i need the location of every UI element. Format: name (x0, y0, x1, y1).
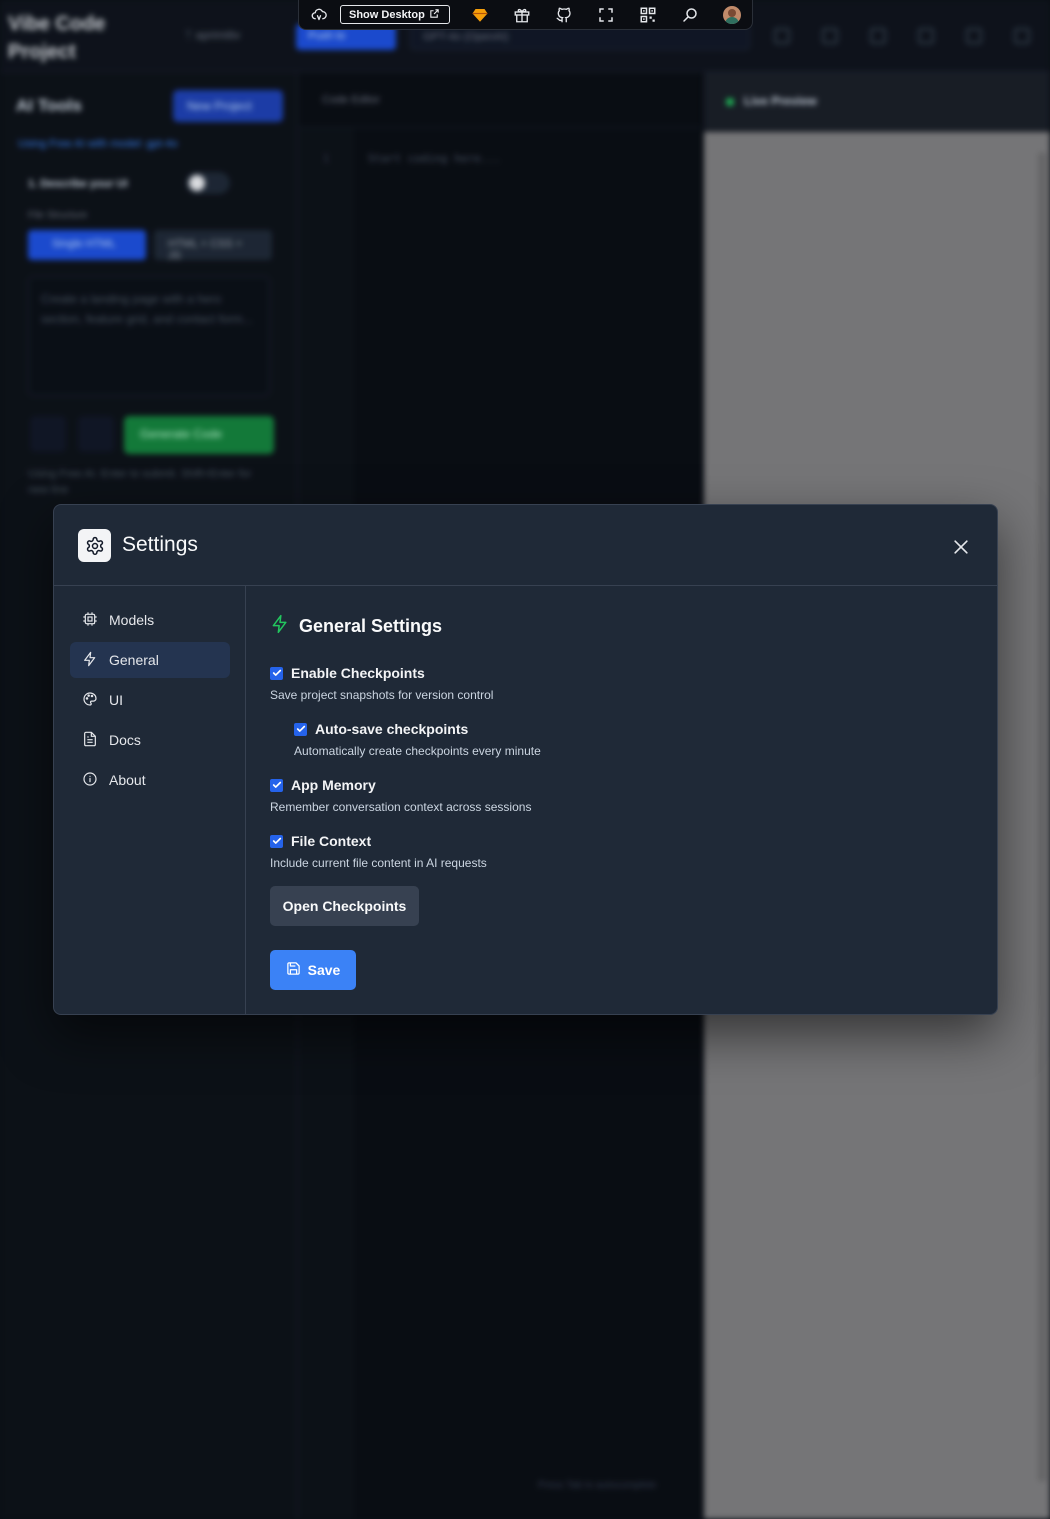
nav-item-general[interactable]: General (70, 642, 230, 678)
zap-icon (270, 614, 290, 639)
nav-item-about[interactable]: About (70, 762, 230, 798)
palette-icon (82, 691, 98, 710)
qr-code-icon[interactable] (639, 6, 657, 24)
option-label: App Memory (291, 777, 376, 793)
cloud-icon[interactable] (310, 6, 328, 24)
file-context-option: File Context (270, 833, 371, 849)
nav-item-models[interactable]: Models (70, 602, 230, 638)
nav-label: About (109, 772, 146, 788)
save-label: Save (307, 962, 341, 978)
enable-checkpoints-checkbox[interactable] (270, 666, 283, 680)
info-icon (82, 771, 98, 790)
gift-icon[interactable] (513, 6, 531, 24)
option-description: Include current file content in AI reque… (270, 856, 487, 870)
close-icon[interactable] (947, 533, 975, 561)
enable-checkpoints-option: Enable Checkpoints (270, 665, 425, 681)
modal-title: Settings (122, 533, 198, 556)
nav-label: UI (109, 692, 123, 708)
save-icon (286, 961, 301, 979)
save-button[interactable]: Save (270, 950, 356, 990)
gem-icon[interactable] (471, 6, 489, 24)
show-desktop-label: Show Desktop (349, 8, 425, 21)
search-icon[interactable] (681, 6, 699, 24)
option-label: Enable Checkpoints (291, 665, 425, 681)
gear-icon (78, 529, 111, 562)
option-description: Save project snapshots for version contr… (270, 688, 494, 702)
app-memory-option: App Memory (270, 777, 376, 793)
settings-nav: Models General UI Docs About (54, 586, 246, 1014)
github-icon[interactable] (555, 6, 573, 24)
fullscreen-icon[interactable] (597, 6, 615, 24)
settings-modal: Settings Models General UI Docs About Ge… (53, 504, 998, 1015)
external-link-icon (429, 8, 440, 22)
option-label: File Context (291, 833, 372, 849)
section-title: General Settings (299, 616, 443, 636)
auto-save-option: Auto-save checkpoints (294, 721, 468, 737)
nav-item-ui[interactable]: UI (70, 682, 230, 718)
nav-label: General (109, 652, 159, 668)
avatar[interactable] (723, 6, 741, 24)
nav-item-docs[interactable]: Docs (70, 722, 230, 758)
file-context-checkbox[interactable] (270, 834, 283, 848)
option-description: Automatically create checkpoints every m… (294, 744, 541, 758)
nav-label: Docs (109, 732, 141, 748)
document-icon (82, 731, 98, 750)
option-description: Remember conversation context across ses… (270, 800, 532, 814)
show-desktop-button[interactable]: Show Desktop (340, 5, 450, 24)
modal-header: Settings (54, 505, 997, 586)
app-memory-checkbox[interactable] (270, 778, 283, 792)
option-label: Auto-save checkpoints (315, 721, 469, 737)
nav-label: Models (109, 612, 155, 628)
floating-toolbar: Show Desktop (298, 0, 753, 30)
auto-save-checkbox[interactable] (294, 722, 307, 736)
general-settings-panel: General Settings Enable Checkpoints Save… (246, 586, 997, 1014)
zap-icon (82, 651, 98, 670)
section-header: General Settings (270, 614, 442, 639)
open-checkpoints-button[interactable]: Open Checkpoints (270, 886, 419, 926)
cpu-icon (82, 611, 98, 630)
